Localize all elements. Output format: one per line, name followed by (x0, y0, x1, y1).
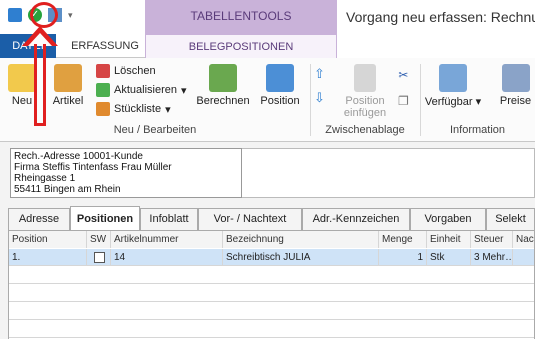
col-menge[interactable]: Menge (379, 231, 427, 248)
preise-button[interactable]: Preise (496, 64, 535, 107)
tabrow-fill (337, 34, 535, 58)
price-icon (501, 64, 530, 92)
cell-einheit: Stk (427, 249, 471, 266)
tab-belegpositionen[interactable]: BELEGPOSITIONEN (BEARBEITUNG) (145, 34, 337, 77)
address-line-1: Rech.-Adresse 10001-Kunde (14, 151, 143, 162)
cell-menge: 1 (379, 249, 427, 266)
cell-artikelnummer: 14 (111, 249, 223, 266)
cell-position: 1. (9, 249, 87, 266)
tab-positionen[interactable]: Positionen (70, 206, 140, 230)
position-button[interactable]: Position (258, 64, 302, 107)
chevron-down-icon: ▾ (475, 96, 482, 108)
table-row[interactable] (9, 285, 534, 302)
neu-label: Neu (11, 95, 33, 107)
app-icon[interactable] (8, 8, 22, 22)
new-doc-icon (8, 64, 36, 92)
berechnen-label: Berechnen (196, 95, 250, 107)
verfuegbar-label: Verfügbar (424, 96, 473, 108)
address-line-2: Firma Steffis Tintenfass Frau Müller (14, 162, 172, 173)
annotation-circle (30, 2, 58, 28)
billing-address-box[interactable]: Rech.-Adresse 10001-Kunde Firma Steffis … (10, 148, 242, 198)
title-bar: ✓ ▾ TABELLENTOOLS Vorgang neu erfassen: … (0, 0, 535, 34)
refresh-icon (96, 83, 110, 97)
parts-list-icon (96, 102, 110, 116)
aktualisieren-label: Aktualisieren (114, 84, 177, 96)
artikel-button[interactable]: Artikel (48, 64, 88, 107)
cell-steuer: 3 Mehr… (471, 249, 513, 266)
document-tabs: Adresse Positionen Infoblatt Vor- / Nach… (8, 206, 535, 230)
position-einfuegen-label-2: einfügen (343, 107, 387, 119)
aktualisieren-button[interactable]: Aktualisieren ▾ (96, 83, 187, 97)
loeschen-button[interactable]: Löschen (96, 64, 156, 78)
tab-adr-kennzeichen[interactable]: Adr.-Kennzeichen (302, 208, 410, 230)
chevron-down-icon: ▾ (165, 103, 171, 116)
cell-bezeichnung: Schreibtisch JULIA (223, 249, 379, 266)
tab-erfassung[interactable]: ERFASSUNG (70, 34, 140, 58)
loeschen-label: Löschen (114, 65, 156, 77)
stueckliste-button[interactable]: Stückliste ▾ (96, 102, 171, 116)
tab-infoblatt[interactable]: Infoblatt (140, 208, 198, 230)
tab-vorgaben[interactable]: Vorgaben (410, 208, 486, 230)
arrow-icons: ⇧ ⇩ (314, 66, 325, 106)
artikel-label: Artikel (52, 95, 84, 107)
col-steuer[interactable]: Steuer (471, 231, 513, 248)
arrow-up-icon[interactable]: ⇧ (314, 66, 325, 82)
tab-vor-nachtext[interactable]: Vor- / Nachtext (198, 208, 302, 230)
ribbon-tab-row: DATEI ERFASSUNG BELEGPOSITIONEN (BEARBEI… (0, 34, 535, 77)
group-information: Information (449, 124, 506, 136)
cell-sw[interactable] (87, 249, 111, 266)
box-icon (54, 64, 82, 92)
table-row[interactable] (9, 267, 534, 284)
customize-toolbar-icon[interactable]: ▾ (68, 10, 73, 21)
window-title: Vorgang neu erfassen: Rechnun (346, 9, 535, 25)
tab-adresse[interactable]: Adresse (8, 208, 70, 230)
context-tab-label: TABELLENTOOLS (145, 0, 337, 34)
chevron-down-icon: ▾ (180, 84, 187, 97)
copy-icon[interactable]: ❐ (398, 94, 409, 108)
stueckliste-label: Stückliste (114, 103, 162, 115)
cell-nac (513, 249, 534, 266)
col-nac[interactable]: Nac (513, 231, 534, 248)
table-row[interactable]: 1. 14 Schreibtisch JULIA 1 Stk 3 Mehr… (9, 249, 534, 266)
edit-position-icon (266, 64, 294, 92)
address-line-3: Rheingasse 1 (14, 173, 76, 184)
delete-icon (96, 64, 110, 78)
calculate-icon (209, 64, 237, 92)
arrow-down-icon[interactable]: ⇩ (314, 90, 325, 106)
table-row[interactable] (9, 321, 534, 338)
address-line-4: 55411 Bingen am Rhein (14, 184, 121, 195)
verfuegbar-button[interactable]: Verfügbar ▾ (424, 64, 482, 108)
col-bezeichnung[interactable]: Bezeichnung (223, 231, 379, 248)
tab-selekt[interactable]: Selekt (486, 208, 535, 230)
paste-icon (354, 64, 376, 92)
group-neu-bearbeiten: Neu / Bearbeiten (113, 124, 197, 136)
col-einheit[interactable]: Einheit (427, 231, 471, 248)
availability-icon (439, 64, 467, 92)
position-label: Position (260, 95, 300, 107)
berechnen-button[interactable]: Berechnen (196, 64, 250, 107)
preise-label: Preise (499, 95, 532, 107)
table-row[interactable] (9, 303, 534, 320)
group-zwischenablage: Zwischenablage (325, 124, 405, 136)
col-position[interactable]: Position (9, 231, 87, 248)
clipboard-small-icons: ✂ ❐ (398, 68, 409, 108)
col-sw[interactable]: SW (87, 231, 111, 248)
sw-checkbox[interactable] (94, 252, 105, 263)
col-artikelnummer[interactable]: Artikelnummer (111, 231, 223, 248)
annotation-arrow-shaft (34, 44, 46, 126)
positions-grid[interactable]: Position SW Artikelnummer Bezeichnung Me… (8, 230, 535, 339)
ribbon: Neu Artikel Löschen Aktualisieren ▾ Stüc… (0, 58, 535, 142)
position-einfuegen-button[interactable]: Position einfügen (336, 64, 394, 119)
address-side-panel (242, 148, 535, 198)
position-einfuegen-label-1: Position (345, 95, 385, 107)
cut-icon[interactable]: ✂ (398, 68, 408, 82)
grid-header: Position SW Artikelnummer Bezeichnung Me… (9, 231, 534, 248)
